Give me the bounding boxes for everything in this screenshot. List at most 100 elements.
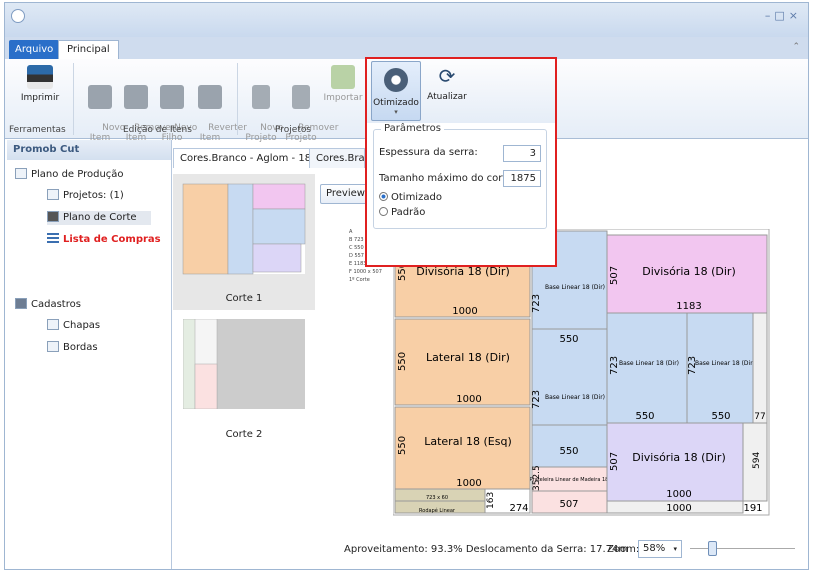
import-icon: [331, 65, 355, 89]
dim-label: 1000: [666, 503, 691, 514]
tab-principal[interactable]: Principal: [58, 40, 119, 59]
app-icon: [11, 9, 25, 23]
dim-label: 723 x 60: [426, 495, 448, 501]
tree-registrations[interactable]: Cadastros: [15, 298, 81, 312]
tree-shopping-list[interactable]: Lista de Compras: [47, 233, 161, 247]
group-separator: [237, 63, 238, 135]
tree-label: Plano de Produção: [31, 169, 124, 180]
tree-label: Projetos: (1): [63, 190, 124, 201]
window-controls[interactable]: –□×: [765, 9, 802, 22]
radio-standard[interactable]: Padrão: [379, 207, 425, 218]
title-bar: –□×: [5, 3, 808, 37]
max-cut-input[interactable]: 1875: [503, 170, 541, 187]
cut-plan-drawing[interactable]: Divisória 18 (Dir) 1000 550 Lateral 18 (…: [393, 229, 773, 519]
dim-label: 352.5: [532, 465, 542, 491]
refresh-icon: ⟳: [438, 64, 456, 88]
edges-icon: [47, 341, 59, 352]
tree-edges[interactable]: Bordas: [47, 341, 98, 355]
piece-label: Divisória 18 (Dir): [632, 451, 726, 464]
chevron-down-icon: ▾: [394, 108, 398, 116]
remove-project-button[interactable]: Remover Projeto: [281, 65, 338, 153]
ribbon-tabs: Arquivo Principal ⌃: [5, 37, 808, 59]
legend-row: F 1000 x 507: [349, 269, 382, 275]
new-child-icon: [160, 85, 184, 109]
piece-label: Divisória 18 (Dir): [642, 265, 736, 278]
minimize-icon[interactable]: –: [765, 9, 775, 22]
dim-label: 507: [609, 452, 620, 471]
sidebar: Promob Cut Plano de Produção Projetos: (…: [7, 140, 172, 569]
group-label-projects: Projetos: [275, 125, 312, 135]
legend-row: 1º Corte: [349, 277, 370, 283]
print-button[interactable]: Imprimir: [17, 65, 63, 103]
piece-label: Lateral 18 (Dir): [426, 351, 510, 364]
maximize-icon[interactable]: □: [774, 9, 788, 22]
tree-projects[interactable]: Projetos: (1): [47, 189, 124, 203]
dim-label: 1000: [456, 394, 481, 405]
tree-sheets[interactable]: Chapas: [47, 319, 100, 333]
thumbnail-cut-2[interactable]: [182, 318, 305, 410]
gear-icon: [384, 68, 408, 92]
remove-project-icon: [292, 85, 310, 109]
radio-optimized[interactable]: Otimizado: [379, 192, 442, 203]
tree-label: Cadastros: [31, 299, 81, 310]
cut-plan-icon: [47, 211, 59, 222]
close-icon[interactable]: ×: [789, 9, 802, 22]
dim-label: 507: [559, 499, 578, 510]
dim-label: 163: [486, 492, 496, 509]
new-project-icon: [252, 85, 270, 109]
revert-item-icon: [198, 85, 222, 109]
tree-label: Chapas: [63, 320, 101, 331]
dim-label: 274: [509, 503, 528, 514]
projects-icon: [47, 189, 59, 200]
zoom-slider-thumb[interactable]: [708, 541, 717, 556]
tree-cut-plan[interactable]: Plano de Corte: [47, 211, 151, 225]
dim-label: 550: [397, 436, 408, 455]
tab-arquivo[interactable]: Arquivo: [9, 40, 60, 59]
radio-icon: [379, 207, 388, 216]
dim-label: 191: [743, 503, 762, 514]
zoom-select[interactable]: 58% ▾: [638, 540, 682, 558]
tree-production-plan[interactable]: Plano de Produção: [15, 168, 124, 182]
printer-icon: [27, 65, 53, 89]
revert-item-label: Reverter Item: [199, 123, 247, 143]
tree-label: Lista de Compras: [63, 234, 161, 245]
remove-item-icon: [124, 85, 148, 109]
tab-document-2[interactable]: Cores.Branc: [309, 148, 365, 168]
update-button[interactable]: ⟳ Atualizar: [425, 61, 469, 121]
new-project-button[interactable]: Novo Projeto: [243, 65, 283, 153]
radio-label: Padrão: [391, 207, 426, 218]
popup-ribbon: Otimizado ▾ ⟳ Atualizar: [367, 59, 555, 123]
zoom-label: Zoom:: [607, 544, 640, 555]
tree-label: Plano de Corte: [63, 212, 137, 223]
chevron-down-icon: ▾: [673, 545, 677, 553]
update-label: Atualizar: [427, 92, 467, 102]
dim-label: 550: [397, 352, 408, 371]
thumbnail-cut-2-drawing: [182, 318, 218, 410]
optimized-label: Otimizado: [373, 98, 419, 108]
piece-label: Rodapé Linear: [419, 507, 456, 514]
import-label: Importar: [323, 93, 363, 103]
parameters-title: Parâmetros: [381, 123, 444, 134]
group-label-item-edit: Edição de Itens: [123, 125, 192, 135]
dim-label: 723: [531, 390, 542, 409]
piece-label: Base Linear 18 (Dir): [545, 284, 605, 291]
dim-label: 507: [609, 266, 620, 285]
zoom-slider-track[interactable]: [690, 548, 795, 549]
optimization-popup: Otimizado ▾ ⟳ Atualizar Parâmetros Espes…: [365, 57, 557, 267]
optimized-button[interactable]: Otimizado ▾: [371, 61, 421, 121]
max-cut-label: Tamanho máximo do corte:: [379, 173, 516, 184]
folder-icon: [15, 298, 27, 309]
new-item-icon: [88, 85, 112, 109]
leftover-strip: [752, 312, 768, 424]
revert-item-button[interactable]: Reverter Item: [191, 65, 247, 153]
import-button[interactable]: Importar: [323, 65, 363, 103]
thumbnail-cut-1[interactable]: [173, 174, 315, 310]
zoom-value: 58%: [643, 543, 666, 554]
saw-thickness-input[interactable]: 3: [503, 145, 541, 162]
collapse-ribbon-icon[interactable]: ⌃: [792, 42, 800, 52]
dim-label: 550: [559, 446, 578, 457]
app-window: –□× Arquivo Principal ⌃ Imprimir Novo It…: [4, 2, 809, 570]
piece-lateral-esq[interactable]: [394, 406, 531, 490]
sidebar-title: Promob Cut: [7, 140, 171, 160]
saw-thickness-label: Espessura da serra:: [379, 147, 478, 158]
